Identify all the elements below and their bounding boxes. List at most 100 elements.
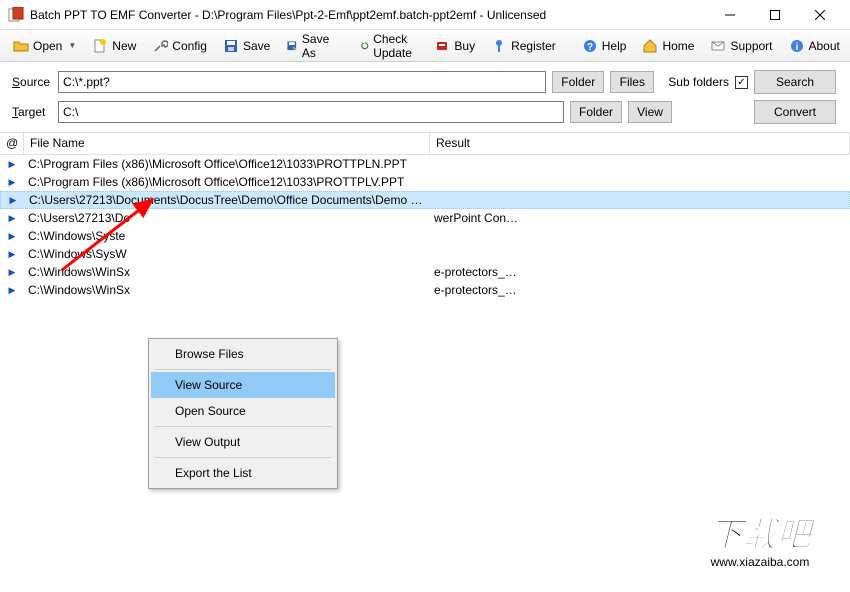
buy-button[interactable]: Buy: [427, 34, 482, 58]
home-label: Home: [662, 39, 694, 53]
chevron-down-icon: ▼: [68, 41, 76, 50]
play-icon: ▶: [0, 231, 24, 242]
play-icon: ▶: [0, 159, 24, 170]
save-button[interactable]: Save: [216, 34, 277, 58]
titlebar: Batch PPT TO EMF Converter - D:\Program …: [0, 0, 850, 30]
toolbar: Open ▼ New Config Save Save As Check Upd…: [0, 30, 850, 62]
table-row[interactable]: ▶C:\Program Files (x86)\Microsoft Office…: [0, 155, 850, 173]
table-row[interactable]: ▶C:\Users\27213\DowerPoint Con…: [0, 209, 850, 227]
cell-result: e-protectors_…: [430, 283, 850, 297]
source-input[interactable]: [58, 71, 546, 93]
cell-filename: C:\Users\27213\Documents\DocusTree\Demo\…: [25, 193, 431, 207]
target-folder-button[interactable]: Folder: [570, 101, 622, 123]
cell-filename: C:\Windows\Syste: [24, 229, 430, 243]
buy-label: Buy: [454, 39, 475, 53]
play-icon: ▶: [1, 195, 25, 206]
config-button[interactable]: Config: [145, 34, 214, 58]
new-button[interactable]: New: [85, 34, 143, 58]
ctx-separator: [155, 369, 331, 370]
play-icon: ▶: [0, 213, 24, 224]
svg-text:i: i: [795, 42, 798, 53]
header-filename[interactable]: File Name: [24, 133, 430, 154]
save-as-icon: [286, 38, 298, 54]
subfolders-checkbox[interactable]: ✓: [735, 76, 748, 89]
cell-filename: C:\Windows\WinSx: [24, 265, 430, 279]
source-files-button[interactable]: Files: [610, 71, 654, 93]
subfolders-label: Sub folders: [668, 75, 729, 89]
source-folder-button[interactable]: Folder: [552, 71, 604, 93]
table-row[interactable]: ▶C:\Windows\WinSxe-protectors_…: [0, 281, 850, 299]
cell-filename: C:\Users\27213\Do: [24, 211, 430, 225]
home-button[interactable]: Home: [635, 34, 701, 58]
ctx-separator: [155, 426, 331, 427]
target-row: Target Folder View Convert: [12, 100, 838, 124]
check-update-label: Check Update: [373, 32, 418, 60]
header-at[interactable]: @: [0, 133, 24, 154]
save-as-label: Save As: [302, 32, 334, 60]
folder-open-icon: [13, 38, 29, 54]
config-label: Config: [172, 39, 207, 53]
ctx-open-source[interactable]: Open Source: [151, 398, 335, 424]
cell-result: werPoint Con…: [430, 211, 850, 225]
open-label: Open: [33, 39, 62, 53]
help-button[interactable]: ? Help: [575, 34, 634, 58]
path-section: Source Folder Files Sub folders ✓ Search…: [0, 62, 850, 133]
svg-text:?: ?: [587, 42, 593, 53]
info-icon: i: [789, 38, 805, 54]
ctx-browse-files[interactable]: Browse Files: [151, 341, 335, 367]
search-button[interactable]: Search: [754, 70, 836, 94]
check-update-button[interactable]: Check Update: [353, 28, 426, 64]
save-label: Save: [243, 39, 270, 53]
minimize-button[interactable]: [707, 1, 752, 29]
cell-result: e-protectors_…: [430, 265, 850, 279]
support-icon: [710, 38, 726, 54]
wrench-icon: [152, 38, 168, 54]
play-icon: ▶: [0, 267, 24, 278]
cell-filename: C:\Program Files (x86)\Microsoft Office\…: [24, 157, 430, 171]
table-row[interactable]: ▶C:\Program Files (x86)\Microsoft Office…: [0, 173, 850, 191]
target-input[interactable]: [58, 101, 564, 123]
support-label: Support: [730, 39, 772, 53]
ctx-view-output[interactable]: View Output: [151, 429, 335, 455]
file-list-area: @ File Name Result ▶C:\Program Files (x8…: [0, 133, 850, 592]
play-icon: ▶: [0, 249, 24, 260]
target-view-button[interactable]: View: [628, 101, 672, 123]
ctx-export-list[interactable]: Export the List: [151, 460, 335, 486]
help-icon: ?: [582, 38, 598, 54]
target-label: Target: [12, 105, 52, 119]
new-file-icon: [92, 38, 108, 54]
app-icon: [8, 7, 24, 23]
cart-icon: [434, 38, 450, 54]
context-menu: Browse Files View Source Open Source Vie…: [148, 338, 338, 489]
support-button[interactable]: Support: [703, 34, 779, 58]
ctx-view-source[interactable]: View Source: [151, 372, 335, 398]
subfolders-group: Sub folders ✓: [668, 75, 748, 89]
save-as-button[interactable]: Save As: [279, 28, 340, 64]
table-row[interactable]: ▶C:\Windows\Syste: [0, 227, 850, 245]
window-title: Batch PPT TO EMF Converter - D:\Program …: [30, 8, 707, 22]
close-button[interactable]: [797, 1, 842, 29]
open-button[interactable]: Open ▼: [6, 34, 83, 58]
source-row: Source Folder Files Sub folders ✓ Search: [12, 70, 838, 94]
header-result[interactable]: Result: [430, 133, 850, 154]
register-label: Register: [511, 39, 556, 53]
home-icon: [642, 38, 658, 54]
register-button[interactable]: Register: [484, 34, 563, 58]
cell-filename: C:\Windows\WinSx: [24, 283, 430, 297]
maximize-button[interactable]: [752, 1, 797, 29]
new-label: New: [112, 39, 136, 53]
help-label: Help: [602, 39, 627, 53]
about-label: About: [809, 39, 840, 53]
table-row[interactable]: ▶C:\Windows\SysW: [0, 245, 850, 263]
convert-button[interactable]: Convert: [754, 100, 836, 124]
cell-filename: C:\Windows\SysW: [24, 247, 430, 261]
play-icon: ▶: [0, 285, 24, 296]
table-row[interactable]: ▶C:\Windows\WinSxe-protectors_…: [0, 263, 850, 281]
list-body: ▶C:\Program Files (x86)\Microsoft Office…: [0, 155, 850, 299]
source-label: Source: [12, 75, 52, 89]
key-icon: [491, 38, 507, 54]
play-icon: ▶: [0, 177, 24, 188]
cell-filename: C:\Program Files (x86)\Microsoft Office\…: [24, 175, 430, 189]
table-row[interactable]: ▶C:\Users\27213\Documents\DocusTree\Demo…: [0, 191, 850, 209]
about-button[interactable]: i About: [782, 34, 847, 58]
